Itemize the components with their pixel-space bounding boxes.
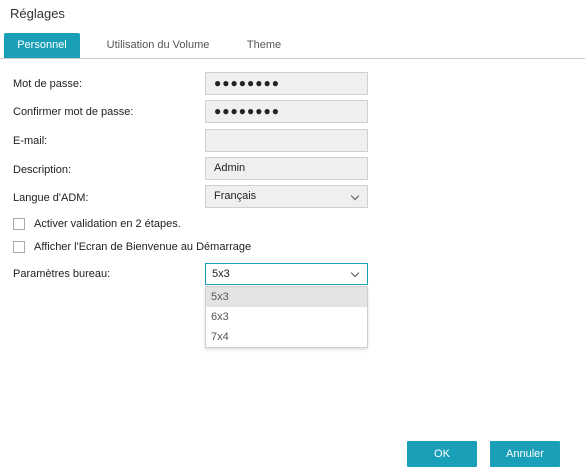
tab-volume-usage[interactable]: Utilisation du Volume xyxy=(100,33,216,58)
desktop-settings-value: 5x3 xyxy=(212,268,230,280)
desktop-settings-label: Paramètres bureau: xyxy=(13,268,111,280)
welcome-screen-label: Afficher l'Ecran de Bienvenue au Démarra… xyxy=(34,241,252,253)
two-step-checkbox[interactable] xyxy=(13,218,25,230)
tab-personnel[interactable]: Personnel xyxy=(4,33,80,58)
cancel-button[interactable]: Annuler xyxy=(490,441,560,467)
welcome-screen-checkbox[interactable] xyxy=(13,241,25,253)
password-field[interactable]: ●●●●●●●● xyxy=(205,72,368,95)
description-label: Description: xyxy=(13,164,72,176)
password-label: Mot de passe: xyxy=(13,78,83,90)
confirm-password-label: Confirmer mot de passe: xyxy=(13,106,134,118)
dropdown-option-5x3[interactable]: 5x3 xyxy=(206,287,367,307)
confirm-password-field[interactable]: ●●●●●●●● xyxy=(205,100,368,123)
chevron-down-icon xyxy=(350,191,360,201)
desktop-settings-dropdown: 5x3 6x3 7x4 xyxy=(205,286,368,348)
email-field[interactable] xyxy=(205,129,368,152)
window-title: Réglages xyxy=(10,6,65,21)
dropdown-option-6x3[interactable]: 6x3 xyxy=(206,307,367,327)
email-label: E-mail: xyxy=(13,135,48,147)
tab-bar: Personnel Utilisation du Volume Theme xyxy=(0,33,585,59)
language-select-value: Français xyxy=(214,190,257,202)
description-field[interactable]: Admin xyxy=(205,157,368,180)
tab-theme[interactable]: Theme xyxy=(236,33,292,58)
desktop-settings-select[interactable]: 5x3 xyxy=(205,263,368,285)
dropdown-option-7x4[interactable]: 7x4 xyxy=(206,327,367,347)
settings-window: Réglages Personnel Utilisation du Volume… xyxy=(0,0,585,473)
two-step-label: Activer validation en 2 étapes. xyxy=(34,218,181,230)
chevron-down-icon xyxy=(350,268,360,278)
ok-button[interactable]: OK xyxy=(407,441,477,467)
language-select[interactable]: Français xyxy=(205,185,368,208)
language-label: Langue d'ADM: xyxy=(13,192,89,204)
